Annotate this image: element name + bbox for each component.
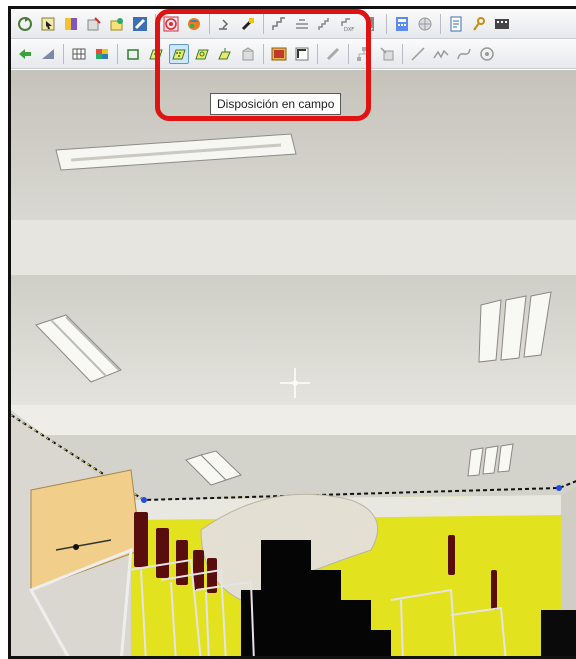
application-window: DXF Disposición en campo bbox=[8, 6, 576, 659]
ceiling-beam bbox=[11, 220, 576, 275]
angle-measure-icon[interactable] bbox=[38, 44, 58, 64]
dark-object-right bbox=[541, 610, 576, 656]
colored-sphere-icon[interactable] bbox=[184, 14, 204, 34]
globe-icon[interactable] bbox=[415, 14, 435, 34]
cursor-box-icon[interactable] bbox=[377, 44, 397, 64]
arrow-pointer-icon[interactable] bbox=[215, 14, 235, 34]
edit-object-icon[interactable] bbox=[84, 14, 104, 34]
3d-render-viewport[interactable] bbox=[11, 70, 576, 656]
room-render bbox=[11, 70, 576, 656]
stair-icon[interactable] bbox=[269, 14, 289, 34]
toolbar-separator bbox=[209, 13, 210, 34]
dxf-import-icon[interactable]: DXF bbox=[338, 14, 358, 34]
color-palette-icon[interactable] bbox=[61, 14, 81, 34]
svg-text:DXF: DXF bbox=[344, 27, 354, 32]
rotate-view-icon[interactable] bbox=[15, 14, 35, 34]
toolbar-separator bbox=[386, 13, 387, 34]
image-frame-icon[interactable] bbox=[269, 44, 289, 64]
calculator-icon[interactable] bbox=[392, 14, 412, 34]
grid-table-icon[interactable] bbox=[69, 44, 89, 64]
document-icon[interactable] bbox=[446, 14, 466, 34]
stair-alt-icon[interactable] bbox=[315, 14, 335, 34]
toolbar-separator bbox=[440, 13, 441, 34]
line-icon[interactable] bbox=[408, 44, 428, 64]
toolbar-separator bbox=[348, 43, 349, 64]
toolbar-separator bbox=[263, 43, 264, 64]
color-grid-icon[interactable] bbox=[92, 44, 112, 64]
luminaire-grey-icon[interactable] bbox=[323, 44, 343, 64]
toolbar-row-2 bbox=[11, 39, 576, 69]
film-icon[interactable] bbox=[492, 14, 512, 34]
field-layout-small-icon[interactable] bbox=[215, 44, 235, 64]
corner-icon[interactable] bbox=[292, 44, 312, 64]
brush-icon[interactable] bbox=[238, 14, 258, 34]
toolbar-separator bbox=[155, 13, 156, 34]
field-layout-variant-icon[interactable] bbox=[192, 44, 212, 64]
wave-line-icon[interactable] bbox=[431, 44, 451, 64]
tooltip: Disposición en campo bbox=[210, 93, 342, 115]
polygon-icon[interactable] bbox=[123, 44, 143, 64]
field-layout-icon[interactable] bbox=[146, 44, 166, 64]
toolbar-row-1: DXF bbox=[11, 9, 576, 39]
toolbar-separator bbox=[317, 43, 318, 64]
dropdown-arrow-icon[interactable] bbox=[361, 14, 381, 34]
luminaire-blue-icon[interactable] bbox=[130, 14, 150, 34]
cursor-select-icon[interactable] bbox=[38, 14, 58, 34]
circle-target-icon[interactable] bbox=[477, 44, 497, 64]
key-icon[interactable] bbox=[469, 14, 489, 34]
desk-knob bbox=[73, 544, 79, 550]
curve-icon[interactable] bbox=[454, 44, 474, 64]
green-arrows-icon[interactable] bbox=[15, 44, 35, 64]
toolbar-separator bbox=[402, 43, 403, 64]
stair-outline-icon[interactable] bbox=[292, 14, 312, 34]
toolbar-separator bbox=[263, 13, 264, 34]
paint-object-icon[interactable] bbox=[107, 14, 127, 34]
field-layout-active-icon[interactable] bbox=[169, 43, 189, 64]
luminaire-right bbox=[478, 291, 552, 363]
target-rings-icon[interactable] bbox=[161, 14, 181, 34]
toolbar-separator bbox=[63, 43, 64, 64]
building-icon[interactable] bbox=[238, 44, 258, 64]
ceiling-beam-lower bbox=[11, 405, 576, 435]
hierarchy-icon[interactable] bbox=[354, 44, 374, 64]
toolbar-separator bbox=[117, 43, 118, 64]
